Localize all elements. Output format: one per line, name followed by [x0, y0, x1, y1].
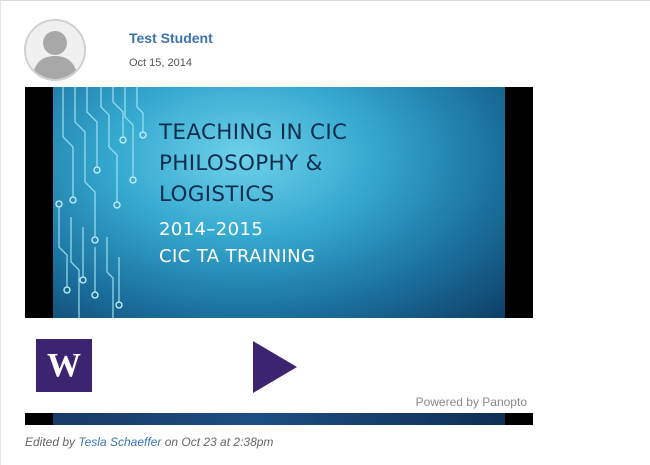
user-silhouette-icon: [26, 21, 84, 79]
slide-subtitle-line: CIC TA TRAINING: [159, 246, 316, 267]
circuit-decoration: [55, 87, 147, 318]
video-preview-strip-inner: [53, 413, 505, 425]
powered-by-panopto-link[interactable]: Powered by Panopto: [416, 395, 527, 409]
video-preview-strip: [25, 413, 533, 425]
slide-title-line: PHILOSOPHY &: [159, 151, 323, 176]
slide-title-line: LOGISTICS: [159, 182, 275, 207]
edited-by-line: Edited by Tesla Schaeffer on Oct 23 at 2…: [25, 435, 273, 449]
avatar[interactable]: [24, 19, 86, 81]
author-name-link[interactable]: Test Student: [129, 30, 213, 46]
editor-name-link[interactable]: Tesla Schaeffer: [78, 435, 161, 449]
play-icon[interactable]: [251, 341, 299, 393]
post-date: Oct 15, 2014: [129, 57, 192, 69]
edited-prefix: Edited by: [25, 435, 76, 449]
slide-subtitle-line: 2014–2015: [159, 219, 264, 240]
slide-title: TEACHING IN CIC PHILOSOPHY & LOGISTICS: [159, 117, 489, 210]
slide-subtitle: 2014–2015 CIC TA TRAINING: [159, 216, 489, 270]
edited-suffix: on Oct 23 at 2:38pm: [164, 435, 274, 449]
uw-logo[interactable]: W: [36, 339, 92, 392]
video-thumbnail[interactable]: TEACHING IN CIC PHILOSOPHY & LOGISTICS 2…: [25, 87, 533, 318]
slide-preview: TEACHING IN CIC PHILOSOPHY & LOGISTICS 2…: [53, 87, 505, 318]
discussion-post: Test Student Oct 15, 2014 TEACHING IN CI…: [0, 0, 650, 465]
player-controls: W Powered by Panopto: [25, 318, 533, 413]
uw-logo-letter: W: [47, 346, 81, 384]
slide-title-line: TEACHING IN CIC: [159, 120, 348, 145]
